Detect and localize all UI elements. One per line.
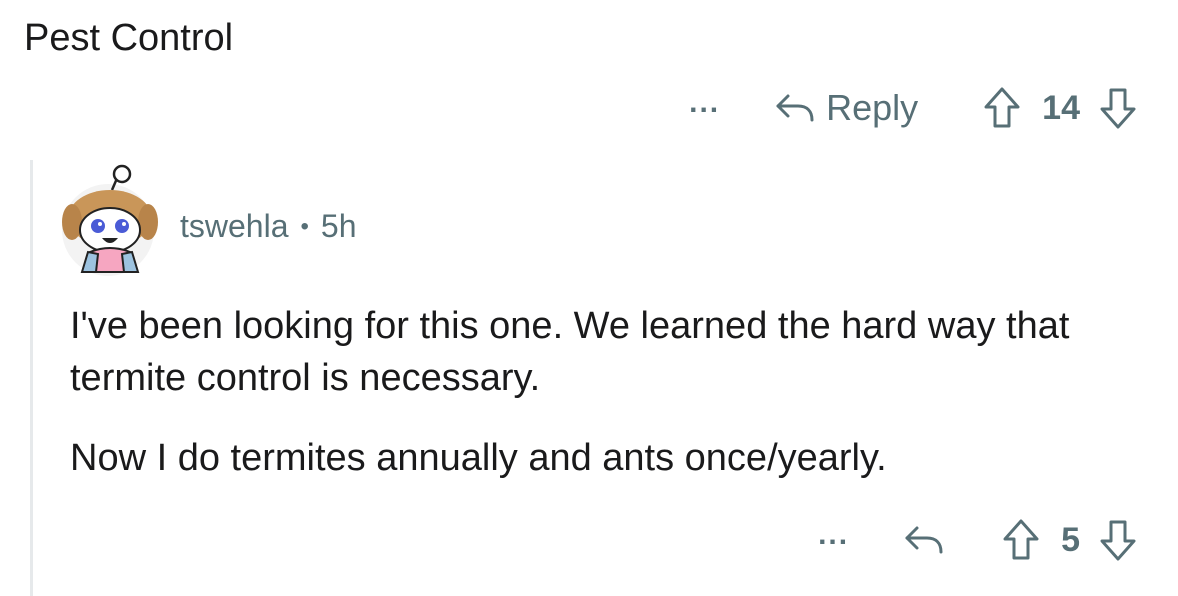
parent-reply-button[interactable]: Reply [774, 87, 918, 129]
comment-username[interactable]: tswehla [180, 208, 289, 245]
comment-body: I've been looking for this one. We learn… [70, 300, 1130, 512]
comment-action-bar: ... 5 [818, 512, 1138, 568]
upvote-arrow-icon[interactable] [982, 86, 1022, 130]
comment-score: 5 [1061, 520, 1080, 559]
reply-arrow-icon [774, 90, 816, 126]
parent-comment-text: Pest Control [24, 17, 234, 59]
snoo-avatar-icon[interactable] [62, 160, 158, 278]
reply-label: Reply [826, 87, 919, 128]
meta-separator: • [300, 212, 309, 240]
parent-score: 14 [1042, 88, 1080, 127]
comment-age[interactable]: 5h [321, 208, 357, 245]
thread-line[interactable] [30, 160, 33, 596]
parent-more-button[interactable]: ... [689, 88, 720, 128]
parent-action-bar: ... Reply 14 [689, 80, 1138, 136]
downvote-arrow-icon[interactable] [1098, 86, 1138, 130]
comment-meta: tswehla • 5h [180, 208, 357, 245]
reply-arrow-icon[interactable] [903, 522, 945, 558]
comment-paragraph: I've been looking for this one. We learn… [70, 305, 1070, 399]
comment-paragraph: Now I do termites annually and ants once… [70, 437, 887, 479]
downvote-arrow-icon[interactable] [1098, 518, 1138, 562]
comment-more-button[interactable]: ... [818, 520, 849, 560]
upvote-arrow-icon[interactable] [1001, 518, 1041, 562]
